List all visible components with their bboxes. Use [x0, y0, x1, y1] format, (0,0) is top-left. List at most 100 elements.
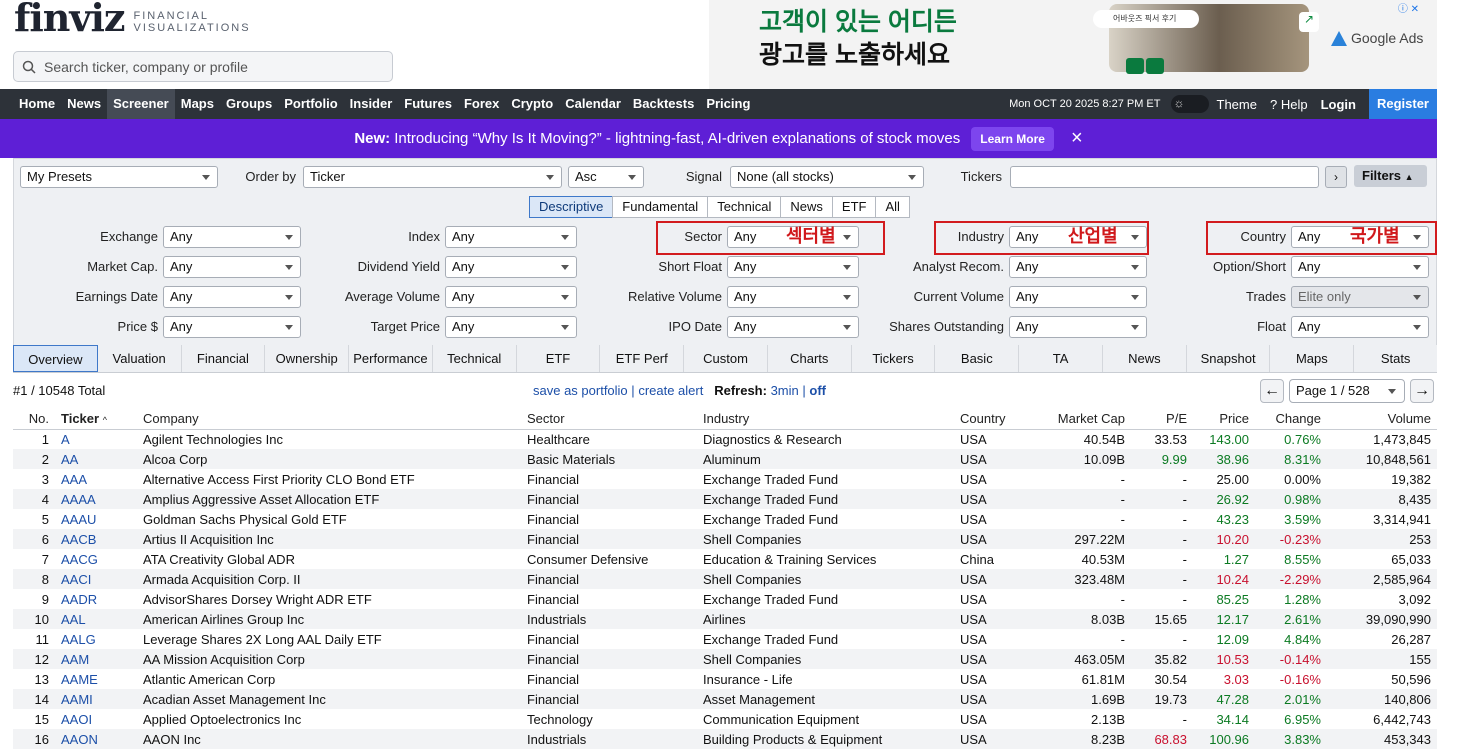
cell-ticker[interactable]: AACB	[55, 529, 137, 549]
tab-custom[interactable]: Custom	[684, 345, 768, 372]
learn-more-button[interactable]: Learn More	[971, 126, 1054, 151]
tab-ta[interactable]: TA	[1019, 345, 1103, 372]
col-ticker[interactable]: Ticker ^	[55, 409, 137, 430]
col-price[interactable]: Price	[1193, 409, 1255, 430]
tickers-go-button[interactable]: ›	[1325, 166, 1347, 188]
table-row[interactable]: 14 AAMI Acadian Asset Management Inc Financ…	[13, 689, 1437, 709]
filter-select-trades[interactable]: Elite only	[1291, 286, 1429, 308]
filter-select-ipo-date[interactable]: Any	[727, 316, 859, 338]
cell-ticker[interactable]: AAL	[55, 609, 137, 629]
tab-etf-view[interactable]: ETF	[517, 345, 601, 372]
filter-select-earnings-date[interactable]: Any	[163, 286, 301, 308]
tab-descriptive[interactable]: Descriptive	[529, 196, 614, 218]
close-icon[interactable]: ×	[1071, 127, 1083, 150]
nav-backtests[interactable]: Backtests	[627, 89, 700, 119]
nav-news[interactable]: News	[61, 89, 107, 119]
cell-ticker[interactable]: AADR	[55, 589, 137, 609]
order-direction-select[interactable]: Asc	[568, 166, 644, 188]
cell-ticker[interactable]: AAAU	[55, 509, 137, 529]
filter-select-exchange[interactable]: Any	[163, 226, 301, 248]
cell-ticker[interactable]: AACI	[55, 569, 137, 589]
tickers-input[interactable]	[1010, 166, 1319, 188]
cell-ticker[interactable]: AAA	[55, 469, 137, 489]
table-row[interactable]: 16 AAON AAON Inc Industrials Building Produc…	[13, 729, 1437, 749]
finviz-logo[interactable]: finviz FINANCIAL VISUALIZATIONS	[14, 0, 251, 37]
col-pe[interactable]: P/E	[1131, 409, 1193, 430]
filter-select-market-cap[interactable]: Any	[163, 256, 301, 278]
cell-ticker[interactable]: AAME	[55, 669, 137, 689]
nav-home[interactable]: Home	[0, 89, 61, 119]
next-page-button[interactable]: →	[1410, 379, 1434, 403]
col-market-cap[interactable]: Market Cap	[1034, 409, 1131, 430]
table-row[interactable]: 10 AAL American Airlines Group Inc Industri…	[13, 609, 1437, 629]
cell-ticker[interactable]: AAOI	[55, 709, 137, 729]
col-company[interactable]: Company	[137, 409, 521, 430]
tab-news-view[interactable]: News	[1103, 345, 1187, 372]
presets-select[interactable]: My Presets	[20, 166, 218, 188]
table-row[interactable]: 4 AAAA Amplius Aggressive Asset Allocation…	[13, 489, 1437, 509]
tab-overview[interactable]: Overview	[13, 345, 98, 372]
col-change[interactable]: Change	[1255, 409, 1327, 430]
filter-select-price[interactable]: Any	[163, 316, 301, 338]
cell-ticker[interactable]: AA	[55, 449, 137, 469]
filter-select-target-price[interactable]: Any	[445, 316, 577, 338]
ad-banner[interactable]: 고객이 있는 어디든 광고를 노출하세요 어바웃즈 픽서 후기 ↗ Google…	[709, 0, 1437, 89]
nav-crypto[interactable]: Crypto	[505, 89, 559, 119]
table-row[interactable]: 6 AACB Artius II Acquisition Inc Financial S…	[13, 529, 1437, 549]
tab-stats[interactable]: Stats	[1354, 345, 1437, 372]
col-volume[interactable]: Volume	[1327, 409, 1437, 430]
tab-performance[interactable]: Performance	[349, 345, 433, 372]
tab-snapshot[interactable]: Snapshot	[1187, 345, 1271, 372]
refresh-interval-link[interactable]: 3min	[771, 383, 799, 398]
cell-ticker[interactable]: AACG	[55, 549, 137, 569]
tab-news[interactable]: News	[780, 196, 833, 218]
nav-calendar[interactable]: Calendar	[559, 89, 627, 119]
filter-select-shares-outstanding[interactable]: Any	[1009, 316, 1147, 338]
nav-insider[interactable]: Insider	[344, 89, 399, 119]
filter-select-short-float[interactable]: Any	[727, 256, 859, 278]
save-portfolio-link[interactable]: save as portfolio	[533, 383, 628, 398]
nav-portfolio[interactable]: Portfolio	[278, 89, 343, 119]
filter-select-float[interactable]: Any	[1291, 316, 1429, 338]
register-button[interactable]: Register	[1368, 89, 1437, 119]
cell-ticker[interactable]: A	[55, 429, 137, 449]
table-row[interactable]: 2 AA Alcoa Corp Basic Materials Aluminum USA 1…	[13, 449, 1437, 469]
theme-toggle[interactable]	[1170, 95, 1209, 113]
tab-charts[interactable]: Charts	[768, 345, 852, 372]
cell-ticker[interactable]: AAON	[55, 729, 137, 749]
theme-label[interactable]: Theme	[1217, 97, 1257, 112]
nav-groups[interactable]: Groups	[220, 89, 278, 119]
table-row[interactable]: 11 AALG Leverage Shares 2X Long AAL Daily …	[13, 629, 1437, 649]
filter-select-average-volume[interactable]: Any	[445, 286, 577, 308]
order-select[interactable]: Ticker	[303, 166, 562, 188]
col-no[interactable]: No.	[13, 409, 55, 430]
table-row[interactable]: 1 A Agilent Technologies Inc Healthcare Diag…	[13, 429, 1437, 449]
nav-maps[interactable]: Maps	[175, 89, 220, 119]
table-row[interactable]: 12 AAM AA Mission Acquisition Corp Financia…	[13, 649, 1437, 669]
nav-futures[interactable]: Futures	[398, 89, 458, 119]
ad-info-icon[interactable]: ⓘ ✕	[1398, 0, 1419, 15]
filters-toggle-button[interactable]: Filters ▲	[1354, 165, 1427, 187]
filter-select-current-volume[interactable]: Any	[1009, 286, 1147, 308]
help-link[interactable]: ? Help	[1270, 97, 1308, 112]
filter-select-option-short[interactable]: Any	[1291, 256, 1429, 278]
tab-fundamental[interactable]: Fundamental	[612, 196, 709, 218]
col-sector[interactable]: Sector	[521, 409, 697, 430]
tab-tickers[interactable]: Tickers	[852, 345, 936, 372]
signal-select[interactable]: None (all stocks)	[730, 166, 924, 188]
nav-forex[interactable]: Forex	[458, 89, 505, 119]
filter-select-analyst-recom[interactable]: Any	[1009, 256, 1147, 278]
tab-valuation[interactable]: Valuation	[98, 345, 182, 372]
col-industry[interactable]: Industry	[697, 409, 954, 430]
table-row[interactable]: 15 AAOI Applied Optoelectronics Inc Technol…	[13, 709, 1437, 729]
table-row[interactable]: 5 AAAU Goldman Sachs Physical Gold ETF Fina…	[13, 509, 1437, 529]
tab-etf-perf[interactable]: ETF Perf	[600, 345, 685, 372]
nav-pricing[interactable]: Pricing	[700, 89, 756, 119]
tab-financial[interactable]: Financial	[182, 345, 266, 372]
tab-all[interactable]: All	[875, 196, 910, 218]
page-select[interactable]: Page 1 / 528	[1289, 379, 1405, 403]
filter-select-dividend-yield[interactable]: Any	[445, 256, 577, 278]
tab-technical[interactable]: Technical	[707, 196, 782, 218]
cell-ticker[interactable]: AAMI	[55, 689, 137, 709]
table-row[interactable]: 9 AADR AdvisorShares Dorsey Wright ADR ETF…	[13, 589, 1437, 609]
